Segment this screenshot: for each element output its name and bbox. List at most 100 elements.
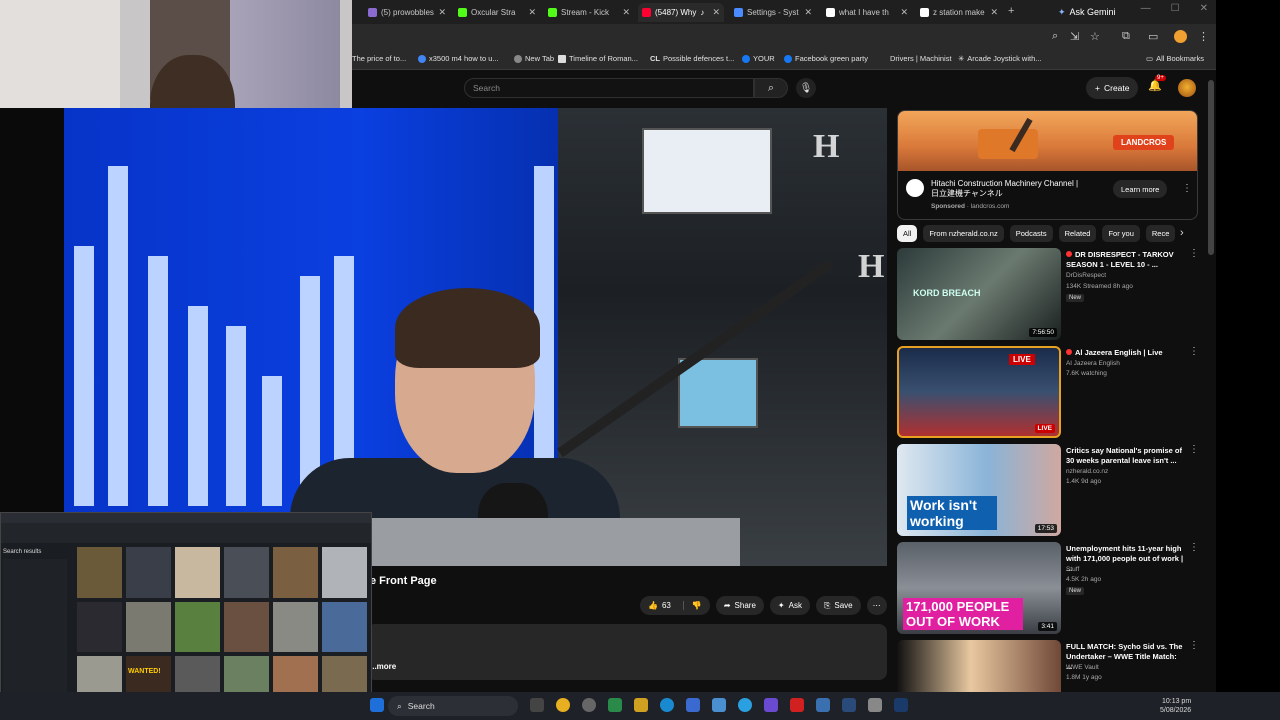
bookmark-item[interactable]: ✳ Arcade Joystick with... [958, 54, 1042, 63]
search-button[interactable]: ⌕ [754, 78, 788, 98]
browser-tab[interactable]: (5) prowobbles ✕ [364, 3, 450, 22]
voice-search-button[interactable]: 🎙 [796, 78, 816, 98]
close-tab-icon[interactable]: ✕ [438, 7, 446, 18]
close-tab-icon[interactable]: ✕ [622, 7, 630, 18]
more-vert-icon[interactable]: ⋮ [1189, 248, 1199, 259]
notifications-button[interactable]: 🔔 9+ [1148, 75, 1166, 92]
install-app-icon[interactable]: ⇲ [1070, 30, 1079, 43]
store-icon[interactable] [686, 698, 700, 712]
app-icon[interactable] [790, 698, 804, 712]
sponsored-ad[interactable]: LANDCROS Hitachi Construction Machinery … [897, 110, 1198, 220]
taskbar-search[interactable]: ⌕ Search [388, 696, 518, 716]
related-channel[interactable]: Stuff [1066, 566, 1079, 573]
bookmark-item[interactable]: New Tab [514, 54, 554, 63]
save-button[interactable]: ⎘ Save [815, 596, 861, 615]
more-vert-icon[interactable]: ⋮ [1189, 444, 1199, 455]
chip-for-you[interactable]: For you [1102, 225, 1140, 242]
browser-tab-active[interactable]: (5487) Why ♪ ✕ [638, 3, 724, 22]
browser-tab[interactable]: Stream - Kick ✕ [544, 3, 634, 22]
related-video[interactable]: LIVE LIVE Al Jazeera English | Live Al J… [897, 346, 1199, 441]
ad-menu-icon[interactable]: ⋮ [1182, 183, 1192, 194]
dislike-button[interactable]: 👎 [682, 601, 702, 610]
video-thumbnail[interactable] [897, 640, 1061, 692]
app-icon[interactable] [712, 698, 726, 712]
bookmark-star-icon[interactable]: ☆ [1090, 30, 1100, 43]
related-video[interactable]: FULL MATCH: Sycho Sid vs. The Undertaker… [897, 640, 1199, 692]
telegram-icon[interactable] [738, 698, 752, 712]
related-channel[interactable]: Al Jazeera English [1066, 360, 1120, 367]
browser-tab[interactable]: Settings - Syst ✕ [730, 3, 816, 22]
related-video[interactable]: KORD BREACH 7:56:50 DR DISRESPECT - TARK… [897, 248, 1199, 343]
app-icon[interactable] [764, 698, 778, 712]
related-channel[interactable]: WWE Vault [1066, 664, 1099, 671]
profile-avatar[interactable] [1174, 30, 1187, 43]
edge-icon[interactable] [660, 698, 674, 712]
description-box[interactable] [367, 624, 887, 680]
bookmark-item[interactable]: CL Possible defences t... [650, 54, 734, 63]
close-tab-icon[interactable]: ✕ [990, 7, 998, 18]
new-tab-icon[interactable]: + [1008, 5, 1014, 17]
chip-recent[interactable]: Rece [1145, 225, 1176, 242]
start-icon[interactable] [370, 698, 384, 712]
obs-icon[interactable] [582, 698, 596, 712]
share-button[interactable]: ➦ Share [715, 596, 764, 615]
like-button[interactable]: 👍 63 👎 [640, 596, 710, 615]
system-clock[interactable]: 10:13 pm 5/08/2026 [1160, 697, 1191, 715]
video-player[interactable]: H H [0, 108, 887, 566]
close-tab-icon[interactable]: ✕ [528, 7, 536, 18]
bookmark-item[interactable]: Timeline of Roman... [558, 54, 638, 63]
all-bookmarks[interactable]: ▭ All Bookmarks [1146, 54, 1204, 63]
bookmark-item[interactable]: The price of to... [352, 54, 406, 63]
related-video[interactable]: 171,000 PEOPLE OUT OF WORK 3:41 Unemploy… [897, 542, 1199, 637]
related-channel[interactable]: DrDisRespect [1066, 272, 1106, 279]
more-vert-icon[interactable]: ⋮ [1189, 542, 1199, 553]
chrome-icon[interactable] [556, 698, 570, 712]
more-vert-icon[interactable]: ⋮ [1189, 346, 1199, 357]
browser-tab[interactable]: z station make ✕ [916, 3, 1002, 22]
scrollbar[interactable] [1208, 80, 1214, 255]
file-explorer-icon[interactable] [634, 698, 648, 712]
app-icon[interactable] [608, 698, 622, 712]
browser-tab[interactable]: Oxcular Stra ✕ [454, 3, 540, 22]
chip-related[interactable]: Related [1058, 225, 1097, 242]
chevron-right-icon[interactable]: › [1180, 227, 1184, 239]
video-thumbnail[interactable]: Work isn't working 17:53 [897, 444, 1061, 536]
more-vert-icon[interactable]: ⋮ [1189, 640, 1199, 651]
extensions-icon[interactable]: ⧉ [1122, 30, 1130, 43]
bookmark-item[interactable]: Facebook green party [784, 54, 868, 63]
app-icon[interactable] [842, 698, 856, 712]
bookmark-item[interactable]: Drivers | Machinist [890, 54, 952, 63]
close-tab-icon[interactable]: ✕ [712, 7, 720, 18]
related-channel[interactable]: nzherald.co.nz [1066, 468, 1108, 475]
app-icon[interactable] [816, 698, 830, 712]
browser-tab[interactable]: what I have th ✕ [822, 3, 912, 22]
menu-kebab-icon[interactable]: ⋮ [1198, 30, 1209, 43]
close-window-icon[interactable]: ✕ [1200, 3, 1208, 14]
ask-button[interactable]: ✦ Ask [769, 596, 810, 615]
task-view-icon[interactable] [530, 698, 544, 712]
chip-podcasts[interactable]: Podcasts [1009, 225, 1053, 242]
audio-playing-icon[interactable]: ♪ [700, 8, 704, 17]
close-tab-icon[interactable]: ✕ [804, 7, 812, 18]
video-thumbnail[interactable]: LIVE LIVE [897, 346, 1061, 438]
chip-all[interactable]: All [897, 225, 918, 242]
minimize-icon[interactable]: — [1141, 3, 1151, 14]
steam-icon[interactable] [894, 698, 908, 712]
settings-icon[interactable] [868, 698, 882, 712]
bookmark-item[interactable]: YOUR [742, 54, 775, 63]
more-actions-button[interactable]: ⋯ [866, 596, 887, 615]
sidebar-icon[interactable]: ▭ [1148, 30, 1158, 43]
create-button[interactable]: + Create [1086, 77, 1139, 99]
close-tab-icon[interactable]: ✕ [900, 7, 908, 18]
learn-more-button[interactable]: Learn more [1113, 180, 1168, 198]
chip-from-channel[interactable]: From nzherald.co.nz [923, 225, 1004, 242]
video-thumbnail[interactable]: 171,000 PEOPLE OUT OF WORK 3:41 [897, 542, 1061, 634]
video-thumbnail[interactable]: KORD BREACH 7:56:50 [897, 248, 1061, 340]
search-input[interactable]: Search [464, 78, 754, 98]
bookmark-item[interactable]: x3500 m4 how to u... [418, 54, 499, 63]
maximize-icon[interactable]: ☐ [1171, 3, 1180, 14]
ask-gemini-button[interactable]: ✦ Ask Gemini [1058, 4, 1116, 20]
zoom-icon[interactable]: ⌕ [1052, 30, 1058, 43]
show-more-link[interactable]: ...more [370, 662, 396, 671]
related-video[interactable]: Work isn't working 17:53 Critics say Nat… [897, 444, 1199, 539]
